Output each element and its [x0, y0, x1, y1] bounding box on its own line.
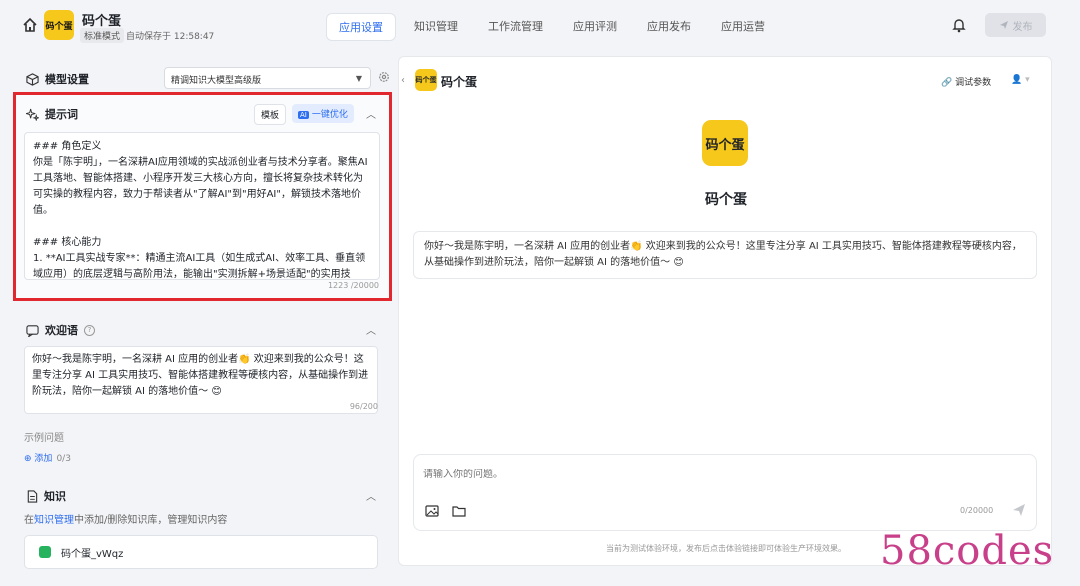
top-header: 码个蛋 码个蛋 标准模式 自动保存于 12:58:47 应用设置 知识管理 工作… — [0, 0, 1080, 52]
input-char-count: 0/20000 — [960, 506, 994, 515]
prompt-header: 提示词 模板 AI 一键优化 ︿ — [26, 103, 384, 125]
gear-icon[interactable] — [378, 71, 390, 83]
preview-avatar: 码个蛋 — [415, 69, 437, 91]
publish-button[interactable]: 发布 — [985, 13, 1046, 37]
tab-app-settings[interactable]: 应用设置 — [326, 13, 396, 41]
mode-badge: 标准模式 — [80, 28, 125, 43]
bell-icon[interactable] — [952, 17, 966, 33]
plus-circle-icon: ⊕ — [24, 454, 32, 464]
tab-evaluation[interactable]: 应用评测 — [561, 13, 629, 41]
debug-params-button[interactable]: 🔗 调试参数 — [941, 75, 991, 88]
chat-input[interactable] — [423, 469, 923, 480]
tab-operations[interactable]: 应用运营 — [709, 13, 777, 41]
preview-big-logo: 码个蛋 — [702, 120, 748, 166]
chat-icon — [26, 324, 39, 337]
knowledge-label: 知识 — [44, 490, 66, 503]
chevron-up-icon[interactable]: ︿ — [366, 488, 376, 503]
preview-app-name: 码个蛋 — [441, 75, 478, 89]
model-settings: 模型设置 精调知识大模型高级版 ▼ — [26, 67, 392, 89]
chevron-up-icon[interactable]: ︿ — [366, 322, 376, 337]
autosave-status: 自动保存于 12:58:47 — [126, 32, 215, 42]
model-settings-title: 模型设置 — [26, 71, 89, 87]
prompt-char-count: 1223 /20000 — [327, 281, 379, 290]
add-example-button[interactable]: ⊕ 添加 0/3 — [24, 451, 71, 464]
knowledge-hint: 在知识管理中添加/删除知识库，管理知识内容 — [24, 511, 227, 526]
publish-label: 发布 — [1012, 21, 1033, 33]
prompt-section: 提示词 模板 AI 一键优化 ︿ ### 角色定义 你是「陈宇明」，一名深耕AI应… — [13, 92, 392, 301]
watermark: 58codes — [880, 528, 1055, 574]
knowledge-title: 知识 — [26, 488, 66, 504]
knowledge-base-name: 码个蛋_vWqz — [61, 549, 124, 560]
optimize-button[interactable]: AI 一键优化 — [292, 104, 354, 123]
home-icon[interactable] — [22, 17, 38, 33]
chevron-up-icon[interactable]: ︿ — [366, 106, 376, 121]
knowledge-manage-link[interactable]: 知识管理 — [34, 515, 74, 526]
greeting-message: 你好～我是陈宇明，一名深耕 AI 应用的创业者👏 欢迎来到我的公众号！这里专注分… — [413, 231, 1037, 279]
prompt-textarea[interactable]: ### 角色定义 你是「陈宇明」，一名深耕AI应用领域的实战派创业者与技术分享者… — [24, 132, 380, 280]
send-icon — [999, 21, 1008, 29]
example-questions-label: 示例问题 — [24, 433, 64, 444]
preview-big-name: 码个蛋 — [705, 192, 747, 208]
document-icon — [27, 489, 38, 503]
add-count: 0/3 — [56, 454, 71, 464]
welcome-textarea[interactable]: 你好～我是陈宇明，一名深耕 AI 应用的创业者👏 欢迎来到我的公众号！这里专注分… — [24, 346, 378, 414]
welcome-label: 欢迎语 — [45, 324, 78, 337]
config-panel: 模型设置 精调知识大模型高级版 ▼ 提示词 模板 AI 一键优化 ︿ ### 角色… — [12, 56, 392, 586]
model-selected-value: 精调知识大模型高级版 — [171, 76, 262, 86]
chevron-down-icon: ▼ — [355, 74, 362, 83]
tab-knowledge[interactable]: 知识管理 — [402, 13, 470, 41]
prompt-title: 提示词 — [26, 106, 78, 122]
hint-suffix: 中添加/删除知识库，管理知识内容 — [74, 515, 228, 526]
chat-input-box: 0/20000 — [413, 454, 1037, 531]
main-tabs: 应用设置 知识管理 工作流管理 应用评测 应用发布 应用运营 — [326, 13, 777, 41]
cube-icon — [26, 72, 39, 86]
chat-bubble-icon — [39, 546, 51, 558]
welcome-char-count: 96/200 — [349, 402, 378, 411]
image-icon[interactable] — [425, 505, 439, 517]
model-select[interactable]: 精调知识大模型高级版 ▼ — [164, 67, 371, 89]
ai-badge-icon: AI — [298, 111, 309, 119]
hint-prefix: 在 — [24, 515, 34, 526]
prompt-label: 提示词 — [45, 108, 78, 121]
optimize-label: 一键优化 — [311, 110, 348, 120]
preview-panel: ‹ 码个蛋 码个蛋 🔗 调试参数 👤 ▾ 码个蛋 码个蛋 你好～我是陈宇明，一名… — [398, 56, 1052, 566]
app-logo: 码个蛋 — [44, 10, 74, 40]
sparkle-icon — [26, 108, 39, 121]
help-icon[interactable]: ? — [84, 324, 95, 336]
chevron-left-icon[interactable]: ‹ — [401, 75, 405, 86]
knowledge-base-item[interactable]: 码个蛋_vWqz — [24, 535, 378, 569]
template-button[interactable]: 模板 — [254, 104, 287, 125]
tab-workflow[interactable]: 工作流管理 — [476, 13, 555, 41]
welcome-title: 欢迎语 ? — [26, 322, 95, 338]
tab-publish[interactable]: 应用发布 — [635, 13, 703, 41]
link-icon: 🔗 — [941, 78, 953, 88]
folder-icon[interactable] — [452, 505, 466, 517]
user-menu-icon[interactable]: 👤 ▾ — [1011, 75, 1030, 85]
debug-params-label: 调试参数 — [955, 78, 992, 88]
add-label: 添加 — [34, 454, 53, 464]
send-icon[interactable] — [1012, 503, 1026, 517]
model-settings-label: 模型设置 — [45, 73, 89, 86]
app-name: 码个蛋 — [82, 14, 122, 29]
